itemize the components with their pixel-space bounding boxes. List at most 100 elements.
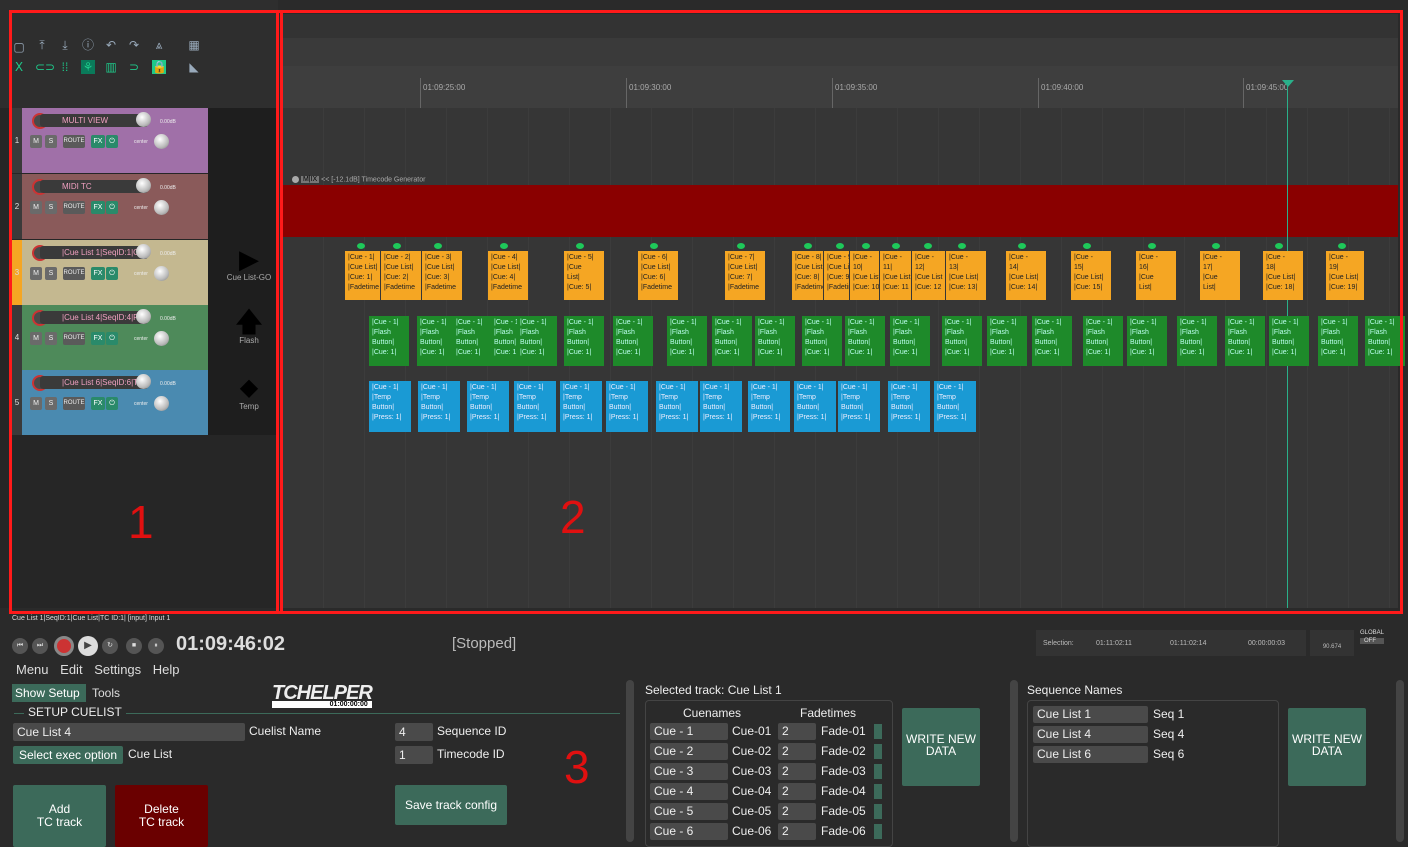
pan-knob[interactable] (154, 396, 169, 411)
cue-item[interactable]: |Cue - 1| |Cue List| |Cue: 1| |Fadetime (345, 251, 380, 300)
temp-item[interactable]: |Cue - 1| |Temp Button| |Press: 1| (748, 381, 790, 432)
cue-item[interactable]: |Cue - 15| |Cue List| |Cue: 15| (1071, 251, 1111, 300)
scrollbar-mid[interactable] (1010, 680, 1018, 842)
link-icon[interactable]: ⊂⊃ (35, 60, 55, 74)
route-button[interactable]: ROUTE (63, 267, 85, 280)
cue-item[interactable]: |Cue - 5| |Cue List| |Cue: 5| (564, 251, 604, 300)
redo-icon[interactable]: ↷ (127, 38, 141, 52)
write-new-data-button-seq[interactable]: WRITE NEW DATA (1288, 708, 1366, 786)
cue-item[interactable]: |Cue - 19| |Cue List| |Cue: 19| (1326, 251, 1364, 300)
menu-item-help[interactable]: Help (153, 662, 180, 677)
solo-button[interactable]: S (45, 332, 57, 345)
pan-knob[interactable] (154, 266, 169, 281)
cue-row-select[interactable] (874, 804, 882, 819)
track-name[interactable]: MULTI VIEW (40, 114, 148, 127)
route-button[interactable]: ROUTE (63, 201, 85, 214)
temp-item[interactable]: |Cue - 1| |Temp Button| |Press: 1| (369, 381, 411, 432)
cue-row-fade[interactable]: 2 (778, 743, 816, 760)
track-header[interactable]: 2 MIDI TC 0.00dB M S ROUTE FX ⏻ center (12, 174, 208, 239)
cue-item[interactable]: |Cue - 6| |Cue List| |Cue: 6| |Fadetime (638, 251, 678, 300)
record-icon[interactable] (54, 636, 74, 656)
fx-button[interactable]: FX (91, 397, 105, 410)
fx-button[interactable]: FX (91, 267, 105, 280)
flash-item[interactable]: |Cue - 1| |Flash Button| |Cue: 1| (369, 316, 409, 366)
power-icon[interactable]: ⏻ (106, 201, 118, 214)
pan-knob[interactable] (154, 331, 169, 346)
pause-icon[interactable]: ⏸ (148, 638, 164, 654)
repeat-icon[interactable]: ↻ (102, 638, 118, 654)
flash-item[interactable]: |Cue - 1| |Flash Button| |Cue: 1| (1032, 316, 1072, 366)
grid-lines-icon[interactable]: ▥ (104, 60, 118, 74)
undo-icon[interactable]: ↶ (104, 38, 118, 52)
new-file-icon[interactable]: ▢ (12, 40, 26, 54)
cue-item[interactable]: |Cue - 8| |Cue List| |Cue: 8| |Fadetime (792, 251, 823, 300)
track-header[interactable]: 1 MULTI VIEW 0.00dB M S ROUTE FX ⏻ cente… (12, 108, 208, 173)
global-toggle[interactable]: GLOBAL OFF (1360, 630, 1385, 644)
cue-row-cue[interactable]: Cue - 3 (650, 763, 728, 780)
cue-row-select[interactable] (874, 724, 882, 739)
flash-item[interactable]: |Cue - 1| |Flash Button| |Cue: 1| (564, 316, 604, 366)
cue-item[interactable]: |Cue - 17| |Cue List| (1200, 251, 1240, 300)
cue-row-cue[interactable]: Cue - 5 (650, 803, 728, 820)
flash-item[interactable]: |Cue - 1| |Flash Button| |Cue: 1| (845, 316, 885, 366)
flash-item[interactable]: |Cue - 1| |Flash Button| |Cue: 1| (517, 316, 557, 366)
solo-button[interactable]: S (45, 201, 57, 214)
cue-item[interactable]: |Cue - 10| |Cue List |Cue: 10 (850, 251, 879, 300)
track-name[interactable]: |Cue List 6|SeqID:6|Te (40, 376, 148, 389)
menu-item-edit[interactable]: Edit (60, 662, 82, 677)
cue-item[interactable]: |Cue - 4| |Cue List| |Cue: 4| |Fadetime (488, 251, 528, 300)
power-icon[interactable]: ⏻ (106, 332, 118, 345)
go-end-icon[interactable]: ⏭ (32, 638, 48, 654)
cue-item[interactable]: |Cue - 13| |Cue List| |Cue: 13| (946, 251, 986, 300)
volume-knob[interactable] (136, 244, 151, 259)
flash-item[interactable]: |Cue - 1| |Flash Button| |Cue: 1| (453, 316, 493, 366)
solo-button[interactable]: S (45, 135, 57, 148)
flash-item[interactable]: |Cue - 1| |Flash Button| |Cue: 1| (987, 316, 1027, 366)
grid-icon[interactable]: ▦ (187, 38, 201, 52)
track-header[interactable]: 5 |Cue List 6|SeqID:6|Te 0.00dB M S ROUT… (12, 370, 208, 435)
flash-item[interactable]: |Cue - 1| |Flash Button| |Cue: 1| (755, 316, 795, 366)
tempo-display[interactable]: 90.674 (1310, 630, 1354, 656)
sequence-row-list[interactable]: Cue List 1 (1033, 706, 1148, 723)
mute-button[interactable]: M (30, 267, 42, 280)
temp-item[interactable]: |Cue - 1| |Temp Button| |Press: 1| (467, 381, 509, 432)
write-new-data-button-cues[interactable]: WRITE NEW DATA (902, 708, 980, 786)
flash-item[interactable]: |Cue - 1| |Flash Button| |Cue: 1| (667, 316, 707, 366)
cursor-icon[interactable]: ◣ (187, 60, 201, 74)
track-name[interactable]: |Cue List 4|SeqID:4|Fl (40, 311, 148, 324)
save-track-config-button[interactable]: Save track config (395, 785, 507, 825)
delete-tc-track-button[interactable]: Delete TC track (115, 785, 208, 847)
cue-row-fade[interactable]: 2 (778, 723, 816, 740)
tab-tools[interactable]: Tools (92, 684, 120, 702)
scrollbar-right[interactable] (1396, 680, 1404, 842)
cue-row-cue[interactable]: Cue - 2 (650, 743, 728, 760)
cue-item[interactable]: |Cue - 7| |Cue List| |Cue: 7| |Fadetime (725, 251, 765, 300)
temp-item[interactable]: |Cue - 1| |Temp Button| |Press: 1| (656, 381, 698, 432)
track-name[interactable]: |Cue List 1|SeqID:1|Cu (40, 246, 148, 259)
power-icon[interactable]: ⏻ (106, 135, 118, 148)
tc-generator-item[interactable] (283, 185, 1398, 237)
fx-button[interactable]: FX (91, 201, 105, 214)
sequence-row-list[interactable]: Cue List 4 (1033, 726, 1148, 743)
cue-row-select[interactable] (874, 784, 882, 799)
cue-row-fade[interactable]: 2 (778, 803, 816, 820)
cue-item[interactable]: |Cue - 11| |Cue List |Cue: 11 (880, 251, 911, 300)
menu-item-settings[interactable]: Settings (94, 662, 141, 677)
volume-knob[interactable] (136, 178, 151, 193)
flash-item[interactable]: |Cue - 1| |Flash Button| |Cue: 1| (1177, 316, 1217, 366)
route-button[interactable]: ROUTE (63, 332, 85, 345)
route-button[interactable]: ROUTE (63, 397, 85, 410)
timecode-id-field[interactable]: 1 (395, 746, 433, 764)
track-header[interactable]: 3 |Cue List 1|SeqID:1|Cu 0.00dB M S ROUT… (12, 240, 208, 305)
track-name[interactable]: MIDI TC (40, 180, 148, 193)
select-exec-option-button[interactable]: Select exec option (13, 746, 123, 764)
temp-item[interactable]: |Cue - 1| |Temp Button| |Press: 1| (794, 381, 836, 432)
flash-item[interactable]: |Cue - 1| |Flash Button| |Cue: 1| (1225, 316, 1265, 366)
temp-item[interactable]: |Cue - 1| |Temp Button| |Press: 1| (514, 381, 556, 432)
temp-item[interactable]: |Cue - 1| |Temp Button| |Press: 1| (560, 381, 602, 432)
cue-row-fade[interactable]: 2 (778, 823, 816, 840)
flash-item[interactable]: |Cue - 1| |Flash Button| |Cue: 1| (1083, 316, 1123, 366)
temp-item[interactable]: |Cue - 1| |Temp Button| |Press: 1| (700, 381, 742, 432)
play-icon[interactable]: ▶ (78, 636, 98, 656)
flash-item[interactable]: |Cue - 1| |Flash Button| |Cue: 1| (1269, 316, 1309, 366)
